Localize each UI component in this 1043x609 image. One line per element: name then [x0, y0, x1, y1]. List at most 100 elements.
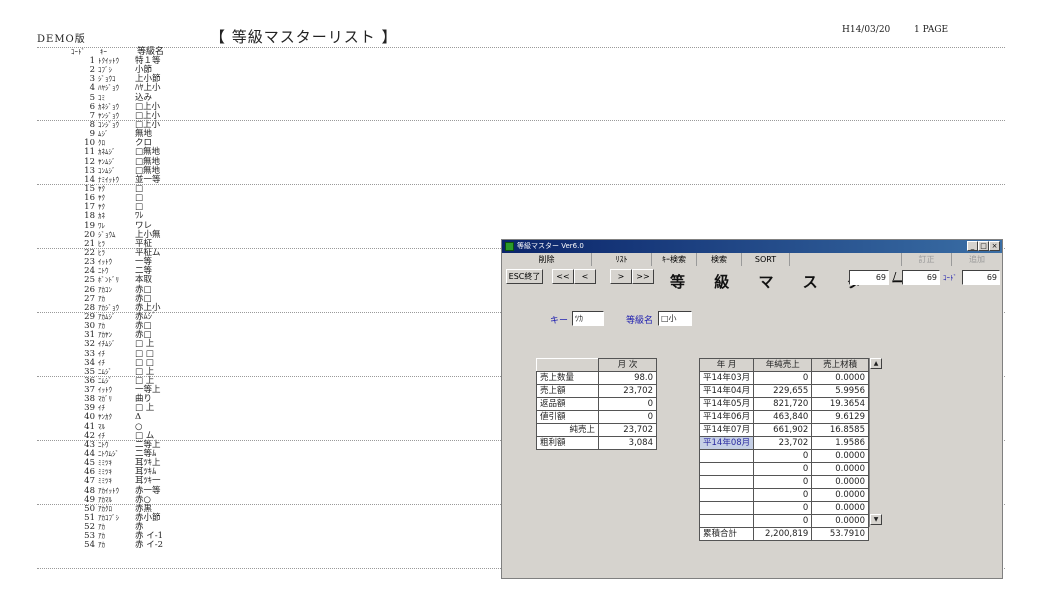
history-row[interactable]: 0 0.0000: [698, 449, 869, 463]
history-row[interactable]: 平14年03月 0 0.0000: [698, 371, 869, 385]
history-row[interactable]: 0 0.0000: [698, 501, 869, 515]
history-sales: 23,702: [753, 436, 813, 450]
monthly-corner: [536, 358, 599, 372]
row-key: ｼﾞｮｳﾑ: [98, 230, 116, 239]
row-key: ｺﾐ: [98, 93, 105, 102]
first-record-button[interactable]: <<: [552, 269, 574, 284]
menu-delete[interactable]: 削除: [502, 253, 592, 266]
history-volume: 0.0000: [811, 488, 869, 502]
row-key: ｲﾁ: [98, 404, 105, 413]
row-key: ﾔﾝﾑｼﾞ: [98, 157, 116, 166]
row-key: ﾐﾐﾂｷ: [98, 459, 112, 468]
page-number: 1 PAGE: [914, 25, 949, 35]
history-row[interactable]: 0 0.0000: [698, 488, 869, 502]
history-year-month: 平14年04月: [698, 384, 755, 398]
history-year-month: 平14年07月: [698, 423, 755, 437]
menu-sort[interactable]: SORT: [742, 253, 790, 266]
last-record-button[interactable]: >>: [632, 269, 654, 284]
row-key: ｱｶ: [98, 294, 105, 303]
column-header-key: ｷｰ: [100, 48, 107, 56]
monthly-value[interactable]: 98.0: [598, 371, 657, 385]
total-records-field: 69: [902, 270, 940, 285]
history-sales: 821,720: [753, 397, 813, 411]
menu-add[interactable]: 追加: [952, 253, 1002, 266]
monthly-value[interactable]: 23,702: [598, 423, 657, 437]
history-row[interactable]: 0 0.0000: [698, 514, 869, 528]
menu-list[interactable]: ﾘｽﾄ: [592, 253, 652, 266]
history-year-month: [698, 501, 755, 515]
report-date: H14/03/20: [842, 25, 891, 35]
history-year-month: [698, 488, 755, 502]
report-row: 54 ｱｶ 赤 イ-2: [37, 541, 237, 550]
current-record-field: 69: [849, 270, 889, 285]
code-field[interactable]: 69: [962, 270, 1000, 285]
menu-key-search[interactable]: ｷｰ検索: [652, 253, 697, 266]
key-input[interactable]: ﾂｶ: [572, 311, 604, 326]
history-year-month: [698, 475, 755, 489]
history-scrollbar[interactable]: ▲ ▼: [869, 358, 883, 527]
history-year-month: [698, 449, 755, 463]
row-key: ﾆﾄｳﾑｼﾞ: [98, 450, 119, 459]
monthly-row: 値引額 0: [536, 410, 657, 424]
history-row[interactable]: 0 0.0000: [698, 475, 869, 489]
record-slash: /: [893, 271, 897, 282]
history-table: 年 月 年純売上 売上材積 平14年03月 0 0.0000 平14年04月 229,6…: [698, 358, 869, 541]
esc-exit-button[interactable]: ESC終了: [506, 269, 543, 284]
history-row[interactable]: 平14年07月 661,902 16.8585: [698, 423, 869, 437]
history-volume: 0.0000: [811, 462, 869, 476]
history-year-month: [698, 462, 755, 476]
history-volume: 0.0000: [811, 371, 869, 385]
row-key: ﾏﾙ: [98, 422, 105, 431]
history-row[interactable]: 平14年06月 463,840 9.6129: [698, 410, 869, 424]
row-key: ｱｶ: [98, 532, 105, 541]
row-key: ﾆﾄｳ: [98, 440, 109, 449]
monthly-value[interactable]: 0: [598, 410, 657, 424]
prev-record-button[interactable]: <: [574, 269, 596, 284]
row-key: ｲｯﾄｳ: [98, 386, 112, 395]
row-key: ﾑｼﾞ: [98, 130, 109, 139]
row-key: ﾄｸｲｯﾄｳ: [98, 57, 119, 65]
row-code: 6: [89, 101, 95, 112]
monthly-value[interactable]: 0: [598, 397, 657, 411]
history-volume: 19.3654: [811, 397, 869, 411]
row-code: 8: [89, 119, 95, 130]
history-row[interactable]: 平14年05月 821,720 19.3654: [698, 397, 869, 411]
row-key: ﾐﾐﾂｷ: [98, 468, 112, 477]
history-row[interactable]: 0 0.0000: [698, 462, 869, 476]
column-header-code: ｺｰﾄﾞ: [71, 48, 85, 56]
monthly-value[interactable]: 23,702: [598, 384, 657, 398]
history-sales: 0: [753, 475, 813, 489]
app-icon: [505, 242, 514, 251]
history-sales: 463,840: [753, 410, 813, 424]
row-key: ﾏｶﾞﾘ: [98, 395, 112, 404]
close-button[interactable]: ×: [989, 241, 1000, 251]
row-key: ｱｶｲｯﾄｳ: [98, 486, 119, 495]
row-key: ﾔｸ: [98, 184, 105, 193]
row-key: ｺﾝｼﾞｮｳ: [98, 120, 119, 129]
maximize-button[interactable]: □: [978, 241, 989, 251]
grade-name-label: 等級名: [626, 316, 654, 326]
monthly-label: 売上数量: [536, 371, 599, 385]
history-sales: 0: [753, 449, 813, 463]
minimize-button[interactable]: _: [967, 241, 978, 251]
grade-name-input[interactable]: □小: [658, 311, 692, 326]
row-key: ﾋﾗ: [98, 248, 105, 257]
history-row[interactable]: 平14年04月 229,655 5.9956: [698, 384, 869, 398]
scroll-up-button[interactable]: ▲: [870, 358, 882, 369]
row-key: ｲﾁﾑｼﾞ: [98, 340, 116, 349]
row-key: ｱｶ: [98, 523, 105, 532]
monthly-label: 値引額: [536, 410, 599, 424]
menu-search[interactable]: 検索: [697, 253, 742, 266]
history-volume: 16.8585: [811, 423, 869, 437]
history-year-month: 平14年08月: [698, 436, 755, 450]
next-record-button[interactable]: >: [610, 269, 632, 284]
row-key: ｺﾌﾞｼ: [98, 66, 112, 75]
title-bar[interactable]: 等級マスター Ver6.0 _ □ ×: [502, 240, 1002, 253]
monthly-row: 売上数量 98.0: [536, 371, 657, 385]
scroll-down-button[interactable]: ▼: [870, 514, 882, 525]
menu-edit[interactable]: 訂正: [902, 253, 952, 266]
row-key: ﾔﾝｶｸ: [98, 413, 112, 422]
history-total-row: 累積合計 2,200,819 53.7910: [698, 527, 869, 541]
history-row[interactable]: 平14年08月 23,702 1.9586: [698, 436, 869, 450]
monthly-value[interactable]: 3,084: [598, 436, 657, 450]
